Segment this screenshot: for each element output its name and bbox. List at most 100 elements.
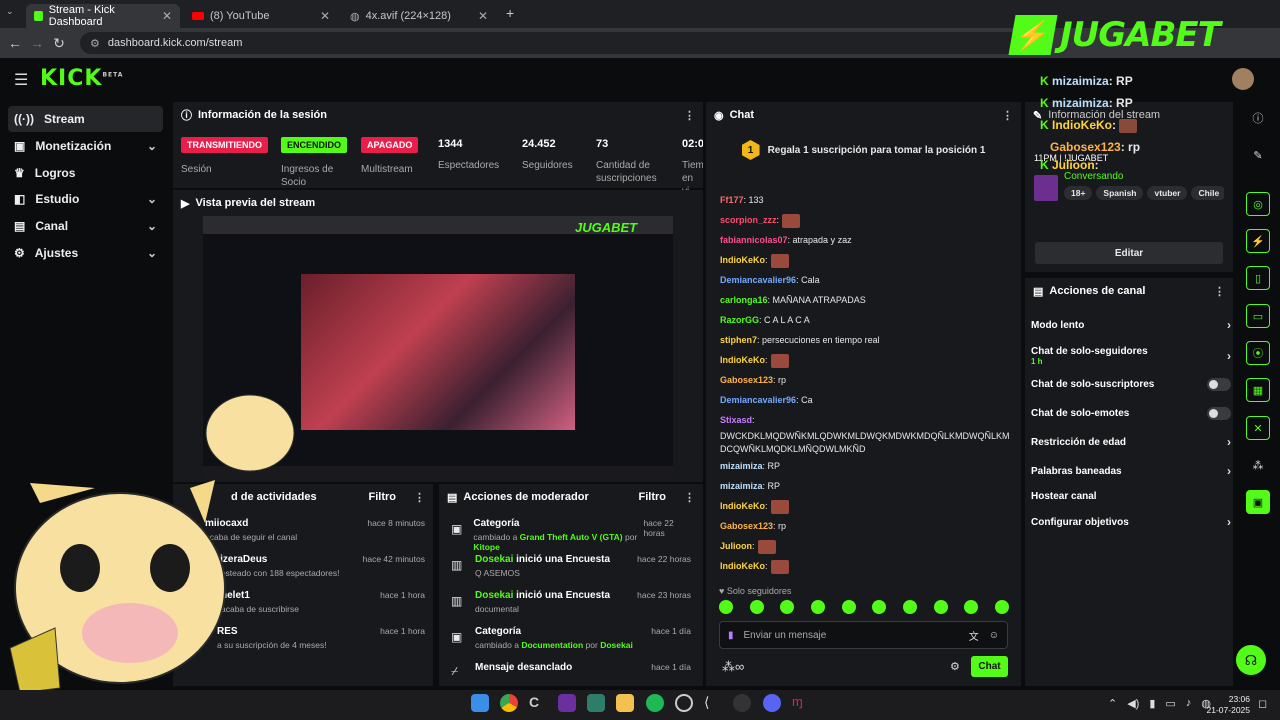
menu-icon[interactable]: ☰ [14, 70, 28, 90]
support-button[interactable]: ☊ [1236, 645, 1266, 675]
vs-icon[interactable] [558, 694, 576, 712]
chat-message[interactable]: Gabosex123: rp [706, 516, 1021, 536]
wrench-icon[interactable]: ✕ [1246, 416, 1270, 440]
chat-message[interactable]: Gabosex123: rp [706, 370, 1021, 390]
notification-icon[interactable]: ◻ [1258, 697, 1267, 710]
close-tab-icon[interactable]: ✕ [162, 9, 172, 23]
chat-username[interactable]: Julioon [720, 541, 752, 551]
edit-button[interactable]: Editar [1035, 242, 1223, 264]
emote-icon[interactable] [770, 353, 789, 368]
capcut-icon[interactable]: ⟨ [704, 694, 722, 712]
tag-chip[interactable]: Chile [1191, 186, 1224, 200]
tab-youtube[interactable]: (8) YouTube ✕ [184, 4, 338, 28]
obs-icon[interactable] [675, 694, 693, 712]
chat-message[interactable]: Demiancavalier96: Ca [706, 390, 1021, 410]
tab-kick-dashboard[interactable]: Stream - Kick Dashboard ✕ [26, 4, 180, 28]
chat-bubble-icon[interactable]: ▭ [1246, 304, 1270, 328]
emote-icon[interactable] [770, 499, 789, 514]
chat-username[interactable]: carlonga16 [720, 295, 768, 305]
more-options-icon[interactable]: ⋮ [684, 491, 695, 504]
kick-logo[interactable]: KICKBETA [40, 66, 123, 91]
emote-icon[interactable] [770, 559, 789, 574]
filter-button[interactable]: Filtro [369, 491, 397, 503]
folder-icon[interactable] [616, 694, 634, 712]
sidebar-item-stream[interactable]: ((·)) Stream [8, 106, 163, 132]
infinity-icon[interactable]: ⁂∞ [722, 659, 744, 675]
more-options-icon[interactable]: ⋮ [684, 109, 695, 122]
action-age-restriction[interactable]: Restricción de edad › [1031, 433, 1231, 451]
bolt-icon[interactable]: ⚡ [1246, 229, 1270, 253]
chat-message[interactable]: RazorGG: C A L A C A [706, 310, 1021, 330]
chevron-up-icon[interactable]: ⌃ [1108, 697, 1117, 710]
more-options-icon[interactable]: ⋮ [1214, 285, 1225, 298]
chat-message[interactable]: DCQWÑKLMQDKLMÑQDWLMKÑD [706, 443, 1021, 456]
site-info-icon[interactable]: ⚙ [90, 37, 100, 50]
status-badge[interactable]: TRANSMITIENDO [181, 137, 268, 153]
emote-picker-icon[interactable] [749, 600, 764, 614]
app-c-icon[interactable]: C [529, 694, 547, 712]
action-slow-mode[interactable]: Modo lento › [1031, 316, 1231, 334]
chat-message[interactable]: scorpion_zzz: [706, 210, 1021, 230]
chat-message[interactable]: Stixasd: [706, 410, 1021, 430]
emote-picker-icon[interactable] [964, 600, 979, 614]
chat-input[interactable]: ▮ Enviar un mensaje 文 ☺ [719, 621, 1008, 649]
broadcast-icon[interactable]: ⦿ [1246, 341, 1270, 365]
emotes-only-toggle[interactable] [1207, 406, 1231, 420]
status-badge[interactable]: ENCENDIDO [281, 137, 348, 153]
sidebar-item-logros[interactable]: ♛ Logros [8, 160, 163, 186]
reload-icon[interactable]: ↻ [48, 35, 70, 52]
chat-username[interactable]: RazorGG [720, 315, 759, 325]
action-host-channel[interactable]: Hostear canal [1031, 487, 1231, 505]
chat-send-button[interactable]: Chat [971, 656, 1008, 677]
list-item[interactable]: ▣ Categoría cambiado a Grand Theft Auto … [443, 518, 699, 554]
chat-username[interactable]: IndioKeKo [720, 255, 765, 265]
action-emotes-only[interactable]: Chat de solo-emotes [1031, 404, 1231, 422]
speaker-icon[interactable]: ♪ [1186, 697, 1192, 710]
action-goals[interactable]: Configurar objetivos › [1031, 513, 1231, 531]
gift-banner[interactable]: 1 Regala 1 suscripción para tomar la pos… [706, 130, 1021, 170]
chat-username[interactable]: scorpion_zzz [720, 215, 777, 225]
list-item[interactable]: ⌿ Mensaje desanclado hace 1 día [443, 662, 699, 682]
document-icon[interactable]: ▯ [1246, 266, 1270, 290]
emote-picker-icon[interactable] [719, 600, 733, 614]
screenshot-icon[interactable]: ◎ [1246, 192, 1270, 216]
emote-picker-icon[interactable] [841, 600, 856, 614]
info-icon[interactable]: ⓘ [1246, 106, 1270, 130]
emote-picker-icon[interactable] [994, 600, 1009, 614]
more-options-icon[interactable]: ⋮ [1002, 109, 1013, 122]
chat-username[interactable]: fabiannicolas07 [720, 235, 788, 245]
spotify-icon[interactable] [646, 694, 664, 712]
chrome-icon[interactable] [500, 694, 518, 712]
volume-icon[interactable]: ◀) [1127, 697, 1139, 710]
status-badge[interactable]: APAGADO [361, 137, 419, 153]
chat-message[interactable]: carlonga16: MAÑANA ATRAPADAS [706, 290, 1021, 310]
close-tab-icon[interactable]: ✕ [478, 9, 488, 23]
emote-picker-icon[interactable] [810, 600, 825, 614]
chat-username[interactable]: Demiancavalier96 [720, 275, 796, 285]
action-subs-only[interactable]: Chat de solo-suscriptores [1031, 375, 1231, 393]
steam-icon[interactable] [733, 694, 751, 712]
edit-icon[interactable]: ✎ [1246, 143, 1270, 167]
app-red-icon[interactable]: ɱ [792, 694, 810, 712]
emote-picker-icon[interactable] [902, 600, 917, 614]
clock[interactable]: 23:06 21-07-2025 [1206, 694, 1250, 716]
action-followers-only[interactable]: Chat de solo-seguidores 1 h › [1031, 344, 1231, 368]
tag-chip[interactable]: vtuber [1147, 186, 1188, 200]
chat-username[interactable]: mizaimiza [720, 481, 763, 491]
chat-username[interactable]: Gabosex123 [720, 375, 773, 385]
chat-username[interactable]: stiphen7 [720, 335, 757, 345]
chat-message[interactable]: fabiannicolas07: atrapada y zaz [706, 230, 1021, 250]
windows-start-icon[interactable] [471, 694, 489, 712]
chat-message[interactable]: mizaimiza: RP [706, 476, 1021, 496]
list-item[interactable]: ▥ Dosekai inició una Encuesta documental… [443, 590, 699, 626]
chat-settings-icon[interactable]: ⚙ [950, 660, 960, 673]
back-icon[interactable]: ← [4, 35, 26, 51]
chat-message[interactable]: IndioKeKo: [706, 250, 1021, 270]
emote-icon[interactable] [770, 253, 789, 268]
subs-only-toggle[interactable] [1207, 377, 1231, 391]
network-icon[interactable]: ▭ [1165, 697, 1175, 710]
sidebar-item-ajustes[interactable]: ⚙ Ajustes ⌄ [8, 240, 163, 266]
chat-username[interactable]: Demiancavalier96 [720, 395, 796, 405]
chat-username[interactable]: Gabosex123 [720, 521, 773, 531]
chat-message[interactable]: stiphen7: persecuciones en tiempo real [706, 330, 1021, 350]
